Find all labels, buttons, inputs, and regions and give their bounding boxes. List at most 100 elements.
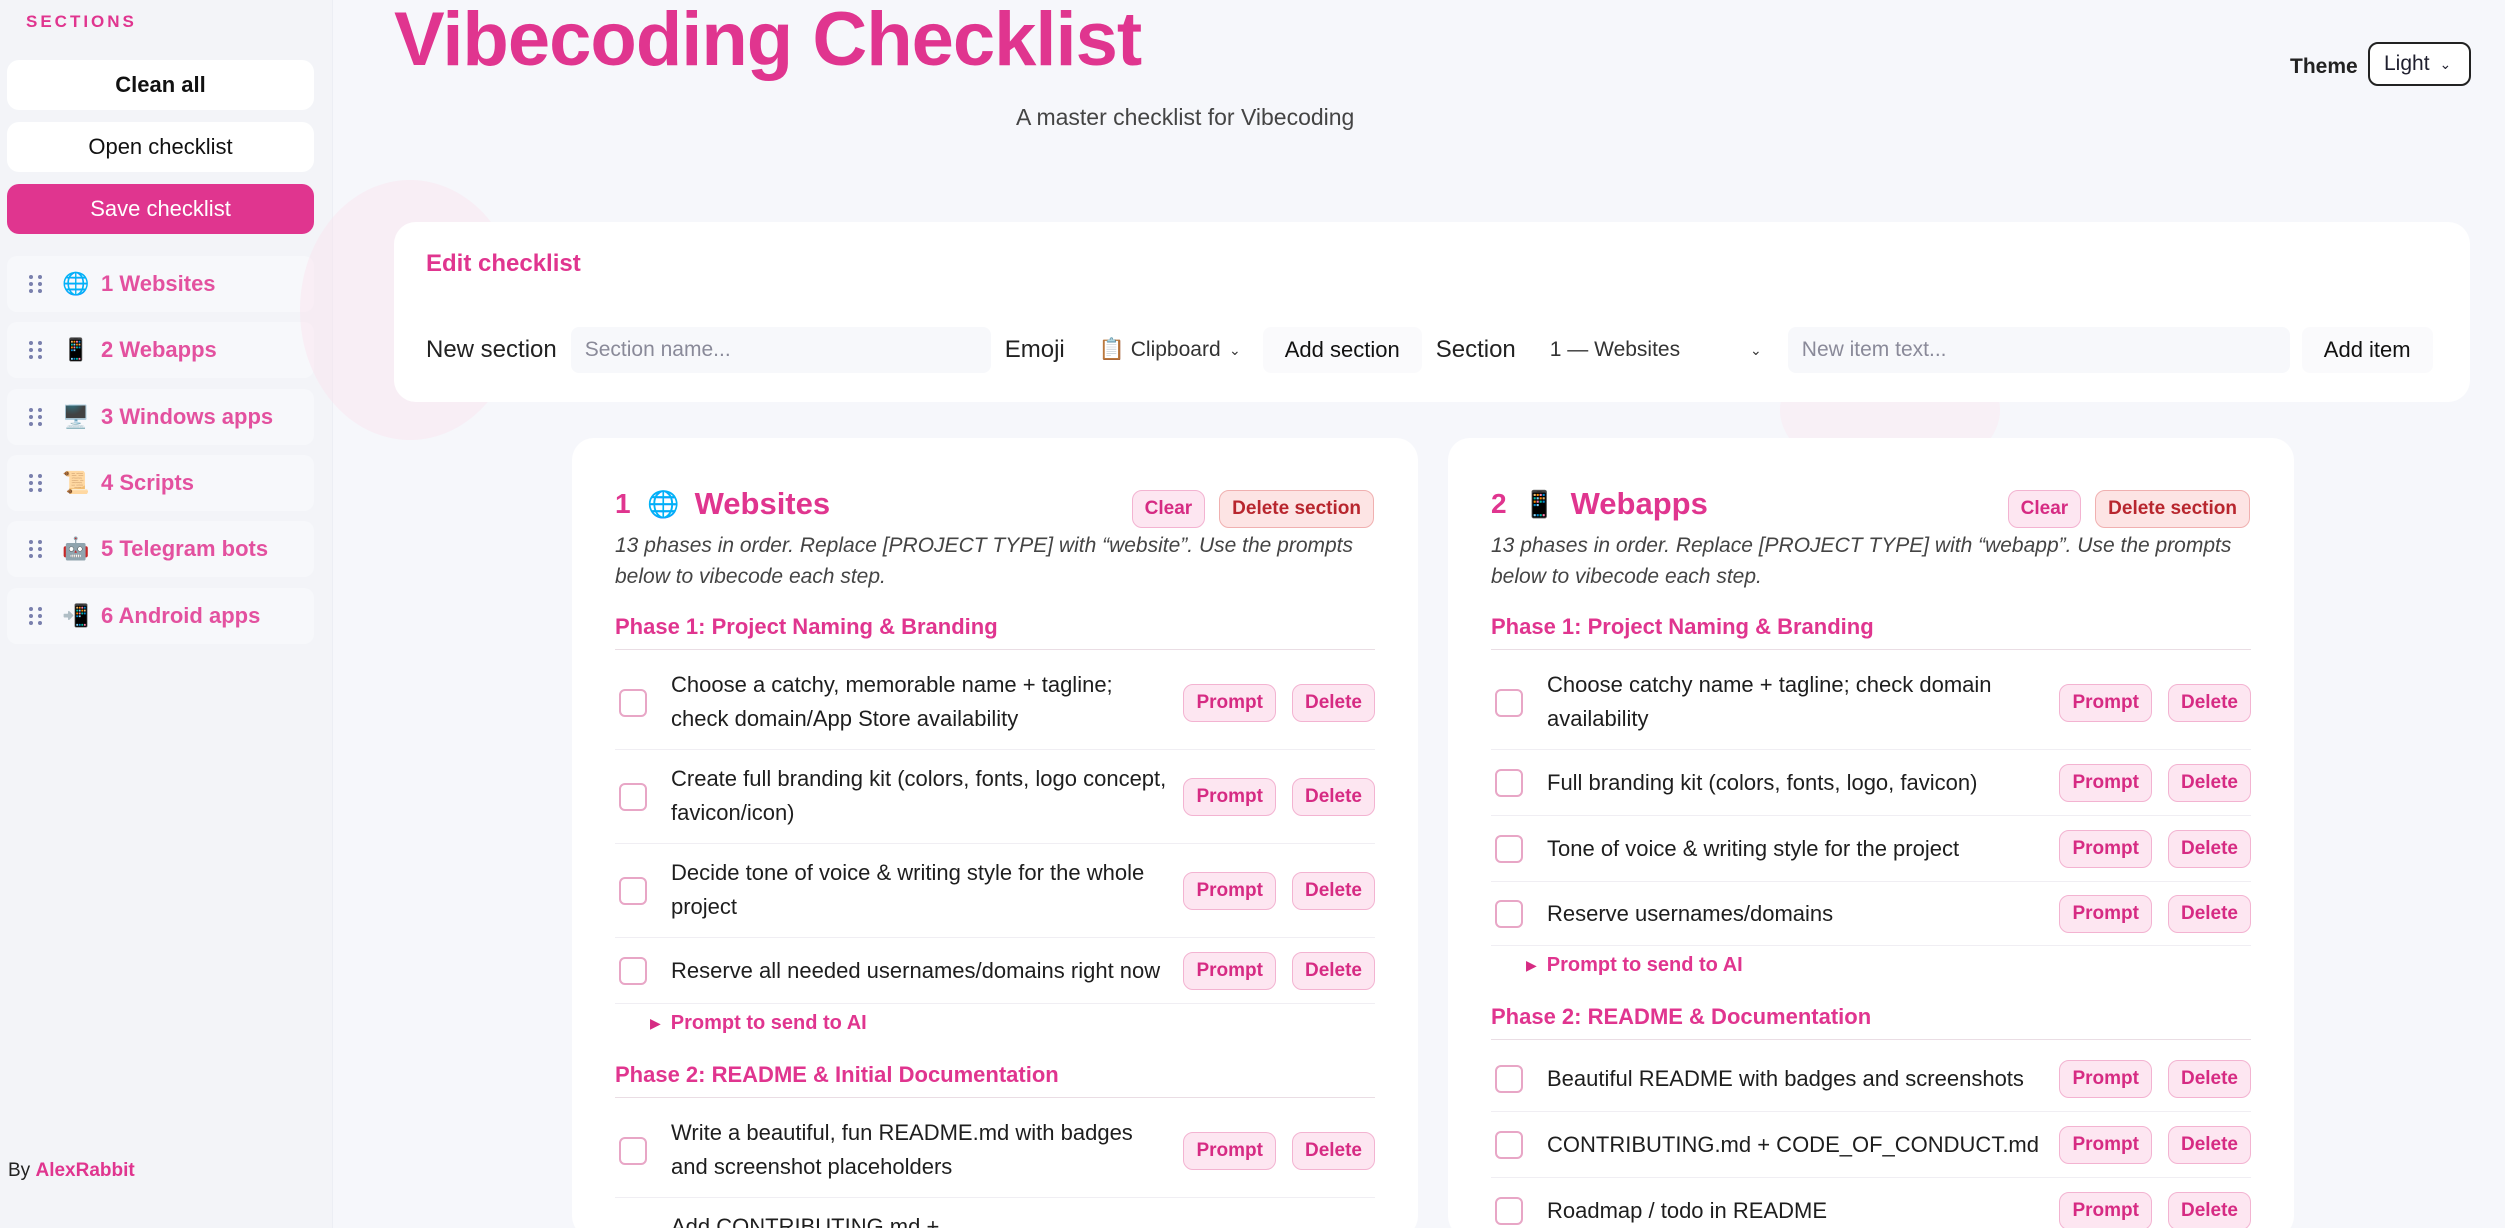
drag-handle-icon[interactable]	[29, 607, 43, 625]
sidebar-item-windows-apps[interactable]: 🖥️ 3 Windows apps	[7, 389, 314, 445]
card-number: 2	[1491, 488, 1507, 519]
drag-handle-icon[interactable]	[29, 540, 43, 558]
edit-checklist-panel: Edit checklist New section Emoji 📋 Clipb…	[394, 222, 2470, 402]
add-section-button[interactable]: Add section	[1262, 327, 1422, 373]
emoji-select-value: 📋 Clipboard	[1098, 338, 1221, 361]
drag-handle-icon[interactable]	[29, 275, 43, 293]
clean-all-button[interactable]: Clean all	[7, 60, 314, 110]
item-checkbox[interactable]	[619, 689, 647, 717]
prompt-button[interactable]: Prompt	[2059, 684, 2152, 722]
item-actions: Prompt Delete	[2059, 1126, 2251, 1164]
item-actions: Prompt Delete	[1183, 684, 1375, 722]
delete-item-button[interactable]: Delete	[2167, 830, 2251, 868]
item-actions: Prompt Delete	[2059, 1060, 2251, 1098]
edit-row: New section Emoji 📋 Clipboard ⌄ Add sect…	[426, 327, 2433, 373]
save-checklist-button[interactable]: Save checklist	[7, 184, 314, 234]
checklist-item: Create full branding kit (colors, fonts,…	[615, 750, 1375, 844]
item-checkbox[interactable]	[619, 783, 647, 811]
item-text: Reserve usernames/domains	[1547, 901, 1834, 926]
drag-handle-icon[interactable]	[29, 341, 43, 359]
author-link[interactable]: AlexRabbit	[35, 1160, 134, 1181]
card-description: 13 phases in order. Replace [PROJECT TYP…	[615, 534, 1354, 588]
chevron-down-icon: ⌄	[1750, 341, 1762, 358]
item-checkbox[interactable]	[1495, 769, 1523, 797]
caret-right-icon: ▶	[1526, 957, 1537, 973]
checklist-item: CONTRIBUTING.md + CODE_OF_CONDUCT.md Pro…	[1491, 1112, 2251, 1178]
clear-button[interactable]: Clear	[1131, 490, 1206, 528]
new-item-input[interactable]	[1787, 327, 2290, 373]
card-title: Websites	[694, 486, 831, 521]
prompt-button[interactable]: Prompt	[2059, 830, 2152, 868]
checklist-item: Write a beautiful, fun README.md with ba…	[615, 1104, 1375, 1198]
delete-item-button[interactable]: Delete	[1291, 952, 1375, 990]
delete-item-button[interactable]: Delete	[2167, 684, 2251, 722]
prompt-button[interactable]: Prompt	[2059, 1060, 2152, 1098]
section-card-websites: 1 🌐 Websites Clear Delete section 13 pha…	[572, 438, 1418, 1228]
scroll-icon: 📜	[62, 470, 90, 495]
prompt-button[interactable]: Prompt	[1183, 684, 1276, 722]
sidebar-item-webapps[interactable]: 📱 2 Webapps	[7, 322, 314, 378]
delete-item-button[interactable]: Delete	[1291, 872, 1375, 910]
delete-item-button[interactable]: Delete	[1291, 778, 1375, 816]
drag-handle-icon[interactable]	[29, 408, 43, 426]
delete-item-button[interactable]: Delete	[2167, 1126, 2251, 1164]
section-select-value: 1 — Websites	[1549, 338, 1681, 361]
sidebar-item-websites[interactable]: 🌐 1 Websites	[7, 256, 314, 312]
section-name-input[interactable]	[570, 327, 991, 373]
byline-prefix: By	[8, 1160, 31, 1181]
prompt-button[interactable]: Prompt	[1183, 952, 1276, 990]
item-text: Beautiful README with badges and screens…	[1547, 1066, 2024, 1091]
prompt-button[interactable]: Prompt	[1183, 872, 1276, 910]
prompt-toggle[interactable]: ▶ Prompt to send to AI	[650, 1012, 867, 1035]
card-description: 13 phases in order. Replace [PROJECT TYP…	[1491, 534, 2232, 588]
prompt-toggle-label: Prompt to send to AI	[670, 1012, 867, 1034]
item-checkbox[interactable]	[1495, 835, 1523, 863]
prompt-button[interactable]: Prompt	[2059, 1192, 2152, 1228]
chevron-down-icon: ⌄	[2439, 55, 2452, 72]
delete-item-button[interactable]: Delete	[2167, 1192, 2251, 1228]
delete-section-button[interactable]: Delete section	[2095, 490, 2250, 528]
checklist-item: Full branding kit (colors, fonts, logo, …	[1491, 750, 2251, 816]
item-checkbox[interactable]	[1495, 1065, 1523, 1093]
theme-select-value: Light	[2384, 52, 2430, 75]
delete-item-button[interactable]: Delete	[2167, 1060, 2251, 1098]
clear-button[interactable]: Clear	[2007, 490, 2082, 528]
prompt-toggle[interactable]: ▶ Prompt to send to AI	[1526, 954, 1743, 977]
item-text: Tone of voice & writing style for the pr…	[1547, 836, 1960, 861]
item-checkbox[interactable]	[1495, 1197, 1523, 1225]
item-checkbox[interactable]	[1495, 1131, 1523, 1159]
caret-right-icon: ▶	[650, 1015, 661, 1031]
item-checkbox[interactable]	[1495, 689, 1523, 717]
card-title: Webapps	[1570, 486, 1708, 521]
delete-section-button[interactable]: Delete section	[1219, 490, 1374, 528]
sidebar-item-label: 1 Websites	[101, 271, 216, 296]
prompt-toggle-label: Prompt to send to AI	[1546, 954, 1743, 976]
theme-select[interactable]: Light ⌄	[2368, 42, 2471, 86]
prompt-button[interactable]: Prompt	[1183, 778, 1276, 816]
delete-item-button[interactable]: Delete	[2167, 895, 2251, 933]
delete-item-button[interactable]: Delete	[1291, 684, 1375, 722]
drag-handle-icon[interactable]	[29, 474, 43, 492]
item-text: Decide tone of voice & writing style for…	[671, 860, 1145, 919]
item-actions: Prompt Delete	[2059, 895, 2251, 933]
prompt-button[interactable]: Prompt	[2059, 895, 2152, 933]
open-checklist-button[interactable]: Open checklist	[7, 122, 314, 172]
prompt-button[interactable]: Prompt	[2059, 1126, 2152, 1164]
item-text: Full branding kit (colors, fonts, logo, …	[1547, 770, 1978, 795]
sidebar-item-android-apps[interactable]: 📲 6 Android apps	[7, 588, 314, 644]
robot-icon: 🤖	[62, 536, 90, 561]
emoji-select[interactable]: 📋 Clipboard ⌄	[1084, 327, 1255, 373]
prompt-button[interactable]: Prompt	[2059, 764, 2152, 802]
item-checkbox[interactable]	[1495, 900, 1523, 928]
section-select[interactable]: 1 — Websites ⌄	[1535, 327, 1776, 373]
add-item-button[interactable]: Add item	[2301, 327, 2433, 373]
item-checkbox[interactable]	[619, 877, 647, 905]
item-checkbox[interactable]	[619, 1137, 647, 1165]
sidebar-item-telegram-bots[interactable]: 🤖 5 Telegram bots	[7, 521, 314, 577]
item-checkbox[interactable]	[619, 957, 647, 985]
delete-item-button[interactable]: Delete	[1291, 1132, 1375, 1170]
sidebar-item-scripts[interactable]: 📜 4 Scripts	[7, 455, 314, 511]
delete-item-button[interactable]: Delete	[2167, 764, 2251, 802]
prompt-button[interactable]: Prompt	[1183, 1132, 1276, 1170]
sidebar: SECTIONS Clean all Open checklist Save c…	[0, 0, 333, 1228]
